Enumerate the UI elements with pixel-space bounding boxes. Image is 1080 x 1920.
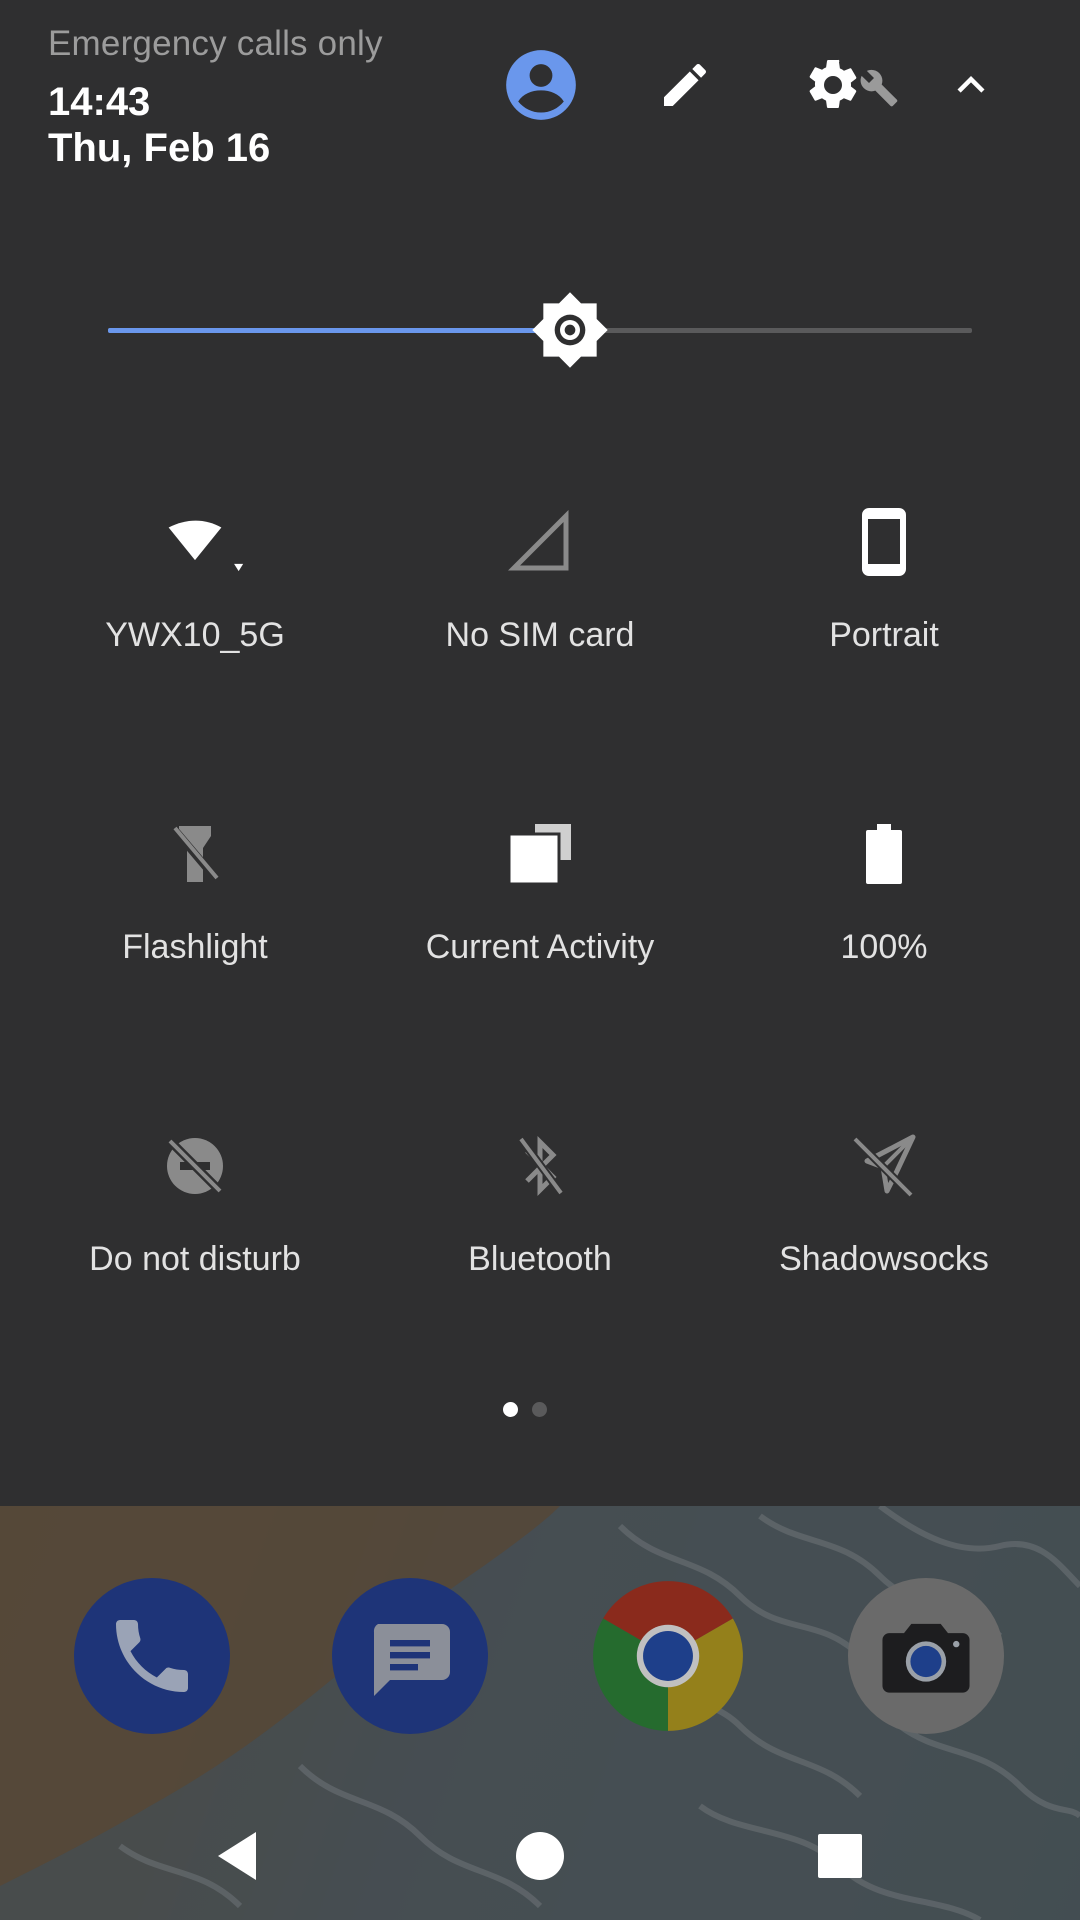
clock[interactable]: 14:43 <box>48 80 150 125</box>
tile-label: Shadowsocks <box>779 1240 989 1278</box>
chrome-app-icon[interactable] <box>590 1578 746 1734</box>
home-icon <box>516 1832 564 1880</box>
recents-button[interactable] <box>790 1806 890 1906</box>
chrome-icon <box>593 1581 743 1731</box>
flashlight-off-icon <box>145 804 245 904</box>
phone-portrait-icon <box>834 492 934 592</box>
messages-app-icon[interactable] <box>332 1578 488 1734</box>
quick-settings-panel: Emergency calls only 14:43 Thu, Feb 16 Y… <box>0 0 1080 1506</box>
signal-icon <box>490 492 590 592</box>
tile-rotation[interactable]: Portrait <box>714 492 1054 722</box>
tile-label: YWX10_5G <box>105 616 285 654</box>
back-icon <box>218 1832 256 1880</box>
tile-flashlight[interactable]: Flashlight <box>25 804 365 1034</box>
tile-label: Bluetooth <box>468 1240 612 1278</box>
home-screen <box>0 1506 1080 1920</box>
tile-bluetooth[interactable]: Bluetooth <box>370 1116 710 1346</box>
account-circle-icon <box>506 50 576 120</box>
messages-icon <box>373 1624 450 1696</box>
user-switch-button[interactable] <box>496 40 586 130</box>
tile-mobile-data[interactable]: No SIM card <box>370 492 710 722</box>
camera-app-icon[interactable] <box>848 1578 1004 1734</box>
tile-label: Do not disturb <box>89 1240 301 1278</box>
edit-tiles-button[interactable] <box>640 40 730 130</box>
brightness-thumb[interactable] <box>530 290 610 370</box>
brightness-icon <box>532 292 608 368</box>
wifi-icon <box>145 492 245 592</box>
phone-icon <box>116 1620 188 1692</box>
dnd-off-icon <box>145 1116 245 1216</box>
tile-do-not-disturb[interactable]: Do not disturb <box>25 1116 365 1346</box>
home-button[interactable] <box>490 1806 590 1906</box>
tile-current-activity[interactable]: Current Activity <box>370 804 710 1034</box>
bluetooth-off-icon <box>490 1116 590 1216</box>
back-button[interactable] <box>190 1806 290 1906</box>
brightness-slider[interactable] <box>108 290 972 370</box>
chevron-up-icon <box>957 76 985 93</box>
battery-icon <box>834 804 934 904</box>
tile-label: 100% <box>840 928 928 966</box>
settings-button[interactable] <box>796 40 906 130</box>
tile-battery[interactable]: 100% <box>714 804 1054 1034</box>
camera-icon <box>882 1623 970 1693</box>
tile-label: Portrait <box>829 616 939 654</box>
tile-label: Current Activity <box>425 928 655 966</box>
page-dot-active[interactable] <box>503 1402 518 1417</box>
tile-wifi[interactable]: YWX10_5G <box>25 492 365 722</box>
window-icon <box>490 804 590 904</box>
date[interactable]: Thu, Feb 16 <box>48 126 270 171</box>
tile-label: Flashlight <box>122 928 268 966</box>
pencil-icon <box>664 63 707 106</box>
tile-label: No SIM card <box>445 616 635 654</box>
tile-shadowsocks[interactable]: Shadowsocks <box>714 1116 1054 1346</box>
paper-plane-off-icon <box>834 1116 934 1216</box>
page-dot[interactable] <box>532 1402 547 1417</box>
wrench-icon <box>860 69 898 107</box>
carrier-status: Emergency calls only <box>48 24 383 63</box>
gear-icon <box>809 59 857 108</box>
recents-icon <box>818 1834 862 1878</box>
phone-app-icon[interactable] <box>74 1578 230 1734</box>
brightness-fill <box>108 328 571 333</box>
collapse-button[interactable] <box>926 40 1016 130</box>
